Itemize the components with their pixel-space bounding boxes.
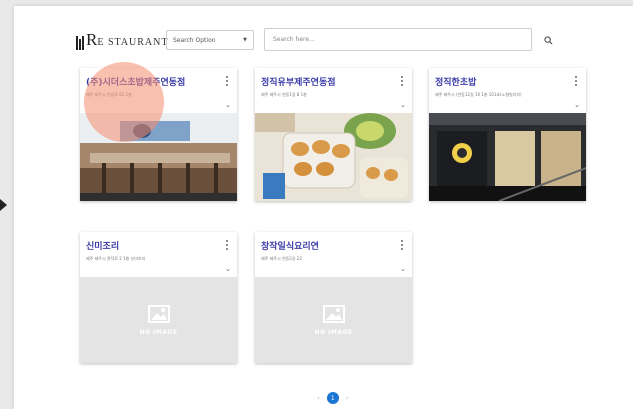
prev-page-button[interactable]: ‹ [317, 394, 320, 402]
expand-icon[interactable]: ⌄ [225, 101, 231, 109]
card-header: 정직유부제주연동점 제주 제주시 연동1길 8 1층 ⌄ [255, 68, 412, 113]
more-vert-icon[interactable] [226, 76, 229, 86]
restaurant-card[interactable]: 정직유부제주연동점 제주 제주시 연동1길 8 1층 ⌄ [255, 68, 412, 201]
expand-icon[interactable]: ⌄ [225, 265, 231, 273]
search-placeholder: Search here... [273, 36, 315, 43]
card-header: 정직한초밥 제주 제주시 (연동12길 10 1층 101호(노형빌리지) ⌄ [429, 68, 586, 113]
search-option-label: Search Option [173, 36, 216, 44]
search-button[interactable] [540, 32, 556, 48]
restaurant-photo [255, 113, 412, 201]
click-ripple [84, 62, 164, 142]
card-address: 제주 제주시 (연동12길 10 1층 101호(노형빌리지) [435, 92, 522, 97]
card-address: 제주 제주시 연동2길 22 [261, 256, 302, 261]
logo[interactable]: RE STAURANT [76, 30, 169, 50]
caret-down-icon: ▼ [243, 37, 247, 43]
card-header: 창작일식요리연 제주 제주시 연동2길 22 ⌄ [255, 232, 412, 277]
fork-knife-icon [76, 36, 84, 50]
no-image-placeholder: NO IMAGE [255, 277, 412, 363]
card-title[interactable]: 정직유부제주연동점 [261, 75, 336, 88]
more-vert-icon[interactable] [401, 240, 404, 250]
search-icon [543, 35, 553, 45]
no-image-label: NO IMAGE [139, 328, 178, 336]
card-title[interactable]: 창작일식요리연 [261, 239, 319, 252]
expand-icon[interactable]: ⌄ [400, 265, 406, 273]
more-vert-icon[interactable] [226, 240, 229, 250]
logo-text: RE STAURANT [86, 30, 169, 49]
more-vert-icon[interactable] [401, 76, 404, 86]
card-address: 제주 제주시 연동1길 8 1층 [261, 92, 307, 97]
more-vert-icon[interactable] [575, 76, 578, 86]
search-input[interactable]: Search here... [264, 28, 532, 51]
page-1-button[interactable]: 1 [326, 392, 339, 404]
pagination: ‹ 1 › [317, 392, 349, 404]
expand-icon[interactable]: ⌄ [574, 101, 580, 109]
search-option-select[interactable]: Search Option ▼ [166, 30, 254, 50]
next-page-button[interactable]: › [346, 394, 349, 402]
restaurant-photo [429, 113, 586, 201]
restaurant-card[interactable]: 창작일식요리연 제주 제주시 연동2길 22 ⌄ NO IMAGE [255, 232, 412, 363]
card-address: 제주 제주시 관덕로 2 1층 신미조리 [86, 256, 146, 261]
expand-icon[interactable]: ⌄ [400, 101, 406, 109]
card-title[interactable]: 신미조리 [86, 239, 119, 252]
image-icon [147, 304, 170, 323]
no-image-placeholder: NO IMAGE [80, 277, 237, 363]
no-image-label: NO IMAGE [314, 328, 353, 336]
left-arrow-icon [0, 199, 7, 211]
restaurant-card[interactable]: 정직한초밥 제주 제주시 (연동12길 10 1층 101호(노형빌리지) ⌄ [429, 68, 586, 201]
image-icon [322, 304, 345, 323]
restaurant-card[interactable]: 신미조리 제주 제주시 관덕로 2 1층 신미조리 ⌄ NO IMAGE [80, 232, 237, 363]
card-title[interactable]: 정직한초밥 [435, 75, 476, 88]
card-header: 신미조리 제주 제주시 관덕로 2 1층 신미조리 ⌄ [80, 232, 237, 277]
